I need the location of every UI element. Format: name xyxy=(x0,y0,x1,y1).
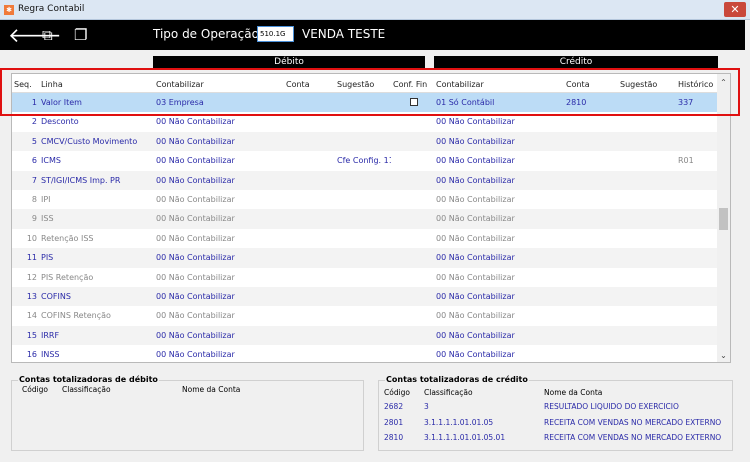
totals-header: Nome da Conta xyxy=(182,385,241,394)
cell-cred[interactable]: 00 Não Contabilizar xyxy=(436,209,564,228)
totals-header: Nome da Conta xyxy=(544,388,603,397)
cell-deb[interactable]: 00 Não Contabilizar xyxy=(156,151,284,170)
table-row[interactable]: 16 INSS 00 Não Contabilizar 00 Não Contabil… xyxy=(12,345,718,362)
cell-cred[interactable]: 00 Não Contabilizar xyxy=(436,190,564,209)
totals-header: Código xyxy=(384,388,411,397)
highlight-box xyxy=(0,68,740,116)
totals-cell[interactable]: 3.1.1.1.1.01.01.05.01 xyxy=(424,433,505,442)
totals-cell[interactable]: RESULTADO LIQUIDO DO EXERCICIO xyxy=(544,402,679,411)
table-row[interactable]: 6ICMS00 Não ContabilizarCfe Config. 1150… xyxy=(12,151,718,170)
cell-deb[interactable]: 00 Não Contabilizar xyxy=(156,287,284,306)
rules-grid: Seq. Linha Contabilizar Conta Sugestão Conf. … xyxy=(11,73,731,363)
cell-cred[interactable]: 00 Não Contabilizar xyxy=(436,132,564,151)
table-row[interactable]: 14 COFINS Retenção 00 Não Contabilizar 00 N… xyxy=(12,306,718,325)
cell-deb[interactable]: 00 Não Contabilizar xyxy=(156,306,284,325)
cell-deb[interactable]: 00 Não Contabilizar xyxy=(156,248,284,267)
copy-icon[interactable]: ❐ xyxy=(74,24,87,46)
totals-credito-panel: Contas totalizadoras de crédito Código Cl… xyxy=(378,375,733,451)
cell-linha[interactable]: INSS xyxy=(41,345,154,362)
totals-cell[interactable]: 2801 xyxy=(384,418,403,427)
table-row[interactable]: 5 CMCV/Custo Movimento 00 Não Contabilizar… xyxy=(12,131,718,152)
totals-debito-panel: Contas totalizadoras de débito Código Cla… xyxy=(11,375,364,451)
toolbar: 🡐 ⧉ ❐ Tipo de Operação 510.1G VENDA TEST… xyxy=(0,20,745,50)
cell-seq[interactable]: 12 xyxy=(12,268,37,287)
back-arrow-icon[interactable]: 🡐 xyxy=(8,24,62,46)
cell-cred[interactable]: 00 Não Contabilizar xyxy=(436,268,564,287)
totals-cell[interactable]: 2682 xyxy=(384,402,403,411)
operation-name: VENDA TESTE xyxy=(302,27,386,41)
cell-deb[interactable]: 00 Não Contabilizar xyxy=(156,229,284,248)
cell-cred[interactable]: 00 Não Contabilizar xyxy=(436,345,564,362)
cell-cred[interactable]: 00 Não Contabilizar xyxy=(436,326,564,345)
cell-seq[interactable]: 14 xyxy=(12,306,37,325)
cell-linha[interactable]: ST/IGI/ICMS Imp. PR xyxy=(41,171,154,190)
table-row[interactable]: 9 ISS 00 Não Contabilizar 00 Não Contabiliz… xyxy=(12,209,718,229)
title-bar: ✱ Regra Contabil ✕ xyxy=(0,0,750,20)
cell-cred[interactable]: 00 Não Contabilizar xyxy=(436,171,564,190)
cell-seq[interactable]: 5 xyxy=(12,132,37,151)
close-button[interactable]: ✕ xyxy=(724,2,746,17)
cell-linha[interactable]: IPI xyxy=(41,190,154,209)
operation-code-input[interactable]: 510.1G xyxy=(257,26,294,42)
cell-linha[interactable]: PIS xyxy=(41,248,154,267)
table-row[interactable]: 12 PIS Retenção 00 Não Contabilizar 00 Não … xyxy=(12,268,718,287)
table-row[interactable]: 15 IRRF 00 Não Contabilizar 00 Não Contabil… xyxy=(12,325,718,346)
totals-cell[interactable]: 2810 xyxy=(384,433,403,442)
cell-linha[interactable]: CMCV/Custo Movimento xyxy=(41,132,154,151)
cell-seq[interactable]: 10 xyxy=(12,229,37,248)
cell-linha[interactable]: COFINS Retenção xyxy=(41,306,154,325)
scroll-down-icon[interactable]: ⌄ xyxy=(717,351,730,360)
cell-deb[interactable]: 00 Não Contabilizar xyxy=(156,132,284,151)
totals-header: Código xyxy=(22,385,49,394)
cell-seq[interactable]: 13 xyxy=(12,287,37,306)
cell-linha[interactable]: ISS xyxy=(41,209,154,228)
cell-seq[interactable]: 8 xyxy=(12,190,37,209)
cell-deb[interactable]: 00 Não Contabilizar xyxy=(156,345,284,362)
table-row[interactable]: 13 COFINS 00 Não Contabilizar 00 Não Contab… xyxy=(12,287,718,307)
cell-linha[interactable]: Retenção ISS xyxy=(41,229,154,248)
table-row[interactable]: 10 Retenção ISS 00 Não Contabilizar 00 Não … xyxy=(12,229,718,248)
totals-cell[interactable]: RECEITA COM VENDAS NO MERCADO EXTERNO xyxy=(544,433,721,442)
totals-header: Classificação xyxy=(424,388,473,397)
operation-type-label: Tipo de Operação xyxy=(153,27,259,41)
totals-credito-title: Contas totalizadoras de crédito xyxy=(385,375,529,384)
cell-hist[interactable]: R01 xyxy=(678,151,718,170)
cell-deb[interactable]: 00 Não Contabilizar xyxy=(156,190,284,209)
export-icon[interactable]: ⧉ xyxy=(42,24,53,46)
cell-cred[interactable]: 00 Não Contabilizar xyxy=(436,229,564,248)
cell-seq[interactable]: 9 xyxy=(12,209,37,228)
cell-seq[interactable]: 15 xyxy=(12,326,37,345)
table-row[interactable]: 11 PIS 00 Não Contabilizar 00 Não Contabili… xyxy=(12,248,718,268)
cell-seq[interactable]: 16 xyxy=(12,345,37,362)
cell-linha[interactable]: ICMS xyxy=(41,151,154,170)
table-row[interactable]: 8 IPI 00 Não Contabilizar 00 Não Contabiliz… xyxy=(12,190,718,209)
totals-debito-title: Contas totalizadoras de débito xyxy=(18,375,159,384)
cell-linha[interactable]: IRRF xyxy=(41,326,154,345)
scroll-thumb[interactable] xyxy=(719,208,728,230)
totals-header: Classificação xyxy=(62,385,111,394)
table-row[interactable]: 7 ST/IGI/ICMS Imp. PR 00 Não Contabilizar 0… xyxy=(12,170,718,190)
totals-cell[interactable]: 3 xyxy=(424,402,429,411)
cell-deb[interactable]: 00 Não Contabilizar xyxy=(156,171,284,190)
totals-cell[interactable]: 3.1.1.1.1.01.01.05 xyxy=(424,418,493,427)
cell-sug[interactable]: Cfe Config. 1150 xyxy=(337,151,391,170)
cell-deb[interactable]: 00 Não Contabilizar xyxy=(156,209,284,228)
cell-deb[interactable]: 00 Não Contabilizar xyxy=(156,326,284,345)
cell-cred[interactable]: 00 Não Contabilizar xyxy=(436,248,564,267)
app-icon: ✱ xyxy=(4,5,14,15)
cell-seq[interactable]: 11 xyxy=(12,248,37,267)
cell-seq[interactable]: 6 xyxy=(12,151,37,170)
cell-cred[interactable]: 00 Não Contabilizar xyxy=(436,151,564,170)
cell-linha[interactable]: PIS Retenção xyxy=(41,268,154,287)
cell-seq[interactable]: 7 xyxy=(12,171,37,190)
window-title: Regra Contabil xyxy=(18,4,85,14)
cell-cred[interactable]: 00 Não Contabilizar xyxy=(436,287,564,306)
cell-linha[interactable]: COFINS xyxy=(41,287,154,306)
cell-cred[interactable]: 00 Não Contabilizar xyxy=(436,306,564,325)
vertical-scrollbar[interactable]: ⌃ ⌄ xyxy=(717,74,730,362)
totals-cell[interactable]: RECEITA COM VENDAS NO MERCADO EXTERNO xyxy=(544,418,721,427)
cell-deb[interactable]: 00 Não Contabilizar xyxy=(156,268,284,287)
